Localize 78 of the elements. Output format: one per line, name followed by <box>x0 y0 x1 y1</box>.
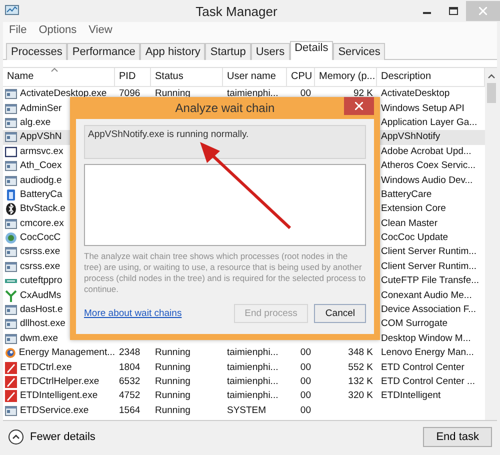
process-name: csrss.exe <box>20 260 60 274</box>
table-cell: Application Layer Ga... <box>381 116 478 128</box>
process-name: CxAudMs <box>20 288 62 303</box>
process-name: BatteryCa <box>20 188 62 202</box>
table-cell: Client Server Runtim... <box>381 246 477 258</box>
process-name: AppVShN <box>20 130 62 144</box>
table-cell: 00 <box>300 390 311 402</box>
table-cell: SYSTEM <box>227 404 266 416</box>
table-cell: Running <box>155 88 190 100</box>
process-name: armsvc.ex <box>20 144 64 159</box>
table-cell: Windows Audio Dev... <box>381 174 473 186</box>
dialog-title: Analyze wait chain <box>174 100 276 117</box>
process-name: csrss.exe <box>20 245 60 260</box>
table-cell: 00 <box>300 347 311 358</box>
table-cell: Running <box>155 376 190 387</box>
table-cell: 00 <box>300 362 311 373</box>
table-cell: Running <box>155 390 190 402</box>
table-cell: Atheros Coex Servic... <box>381 160 476 172</box>
process-name: AdminSer <box>20 102 62 116</box>
process-name: ETDIntelligent.exe <box>20 389 98 404</box>
process-name: ETDCtrl.exe <box>20 360 72 375</box>
process-name: alg.exe <box>20 116 51 130</box>
table-cell: 2348 <box>119 347 140 358</box>
table-cell: 4752 <box>119 390 140 402</box>
process-name: dllhost.exe <box>20 317 66 332</box>
process-name: CocCocC <box>20 231 61 246</box>
table-cell: 1564 <box>119 404 140 416</box>
table-cell: BatteryCare <box>381 188 432 200</box>
table-cell: Desktop Window M... <box>381 332 471 344</box>
explanation-text: The analyze wait chain tree shows which processes (root nodes in the tree) are using, or waiting to use, a resource that is being used by another process (child nodes in the tree) and is required for the selected process to continue. <box>84 251 366 295</box>
process-name: ActivateDesktop.exe <box>20 87 107 102</box>
table-cell: 00 <box>300 404 311 416</box>
table-cell: Device Association F... <box>381 304 476 316</box>
table-cell: Running <box>155 404 190 416</box>
table-cell: taimienphi... <box>227 390 278 402</box>
table-cell: 6532 <box>119 376 140 387</box>
process-name: BtvStack.e <box>20 202 66 216</box>
process-name: Energy Management... <box>18 346 115 360</box>
table-cell: Adobe Acrobat Upd... <box>381 146 472 157</box>
table-cell: Windows Setup API <box>381 102 464 114</box>
table-cell: taimienphi... <box>227 88 278 100</box>
process-name: cmcore.ex <box>20 216 64 231</box>
process-name: audiodg.e <box>20 174 62 188</box>
table-cell: 92 K <box>353 88 373 100</box>
process-name: cuteftppro <box>20 274 62 288</box>
process-name: dasHost.e <box>20 303 63 318</box>
table-cell: Clean Master <box>381 218 438 229</box>
table-cell: 7096 <box>119 88 140 100</box>
table-cell: 552 K <box>348 362 373 373</box>
table-cell: 132 K <box>348 376 373 387</box>
table-cell: ETD Control Center <box>381 362 464 373</box>
table-cell: CocCoc Update <box>381 232 448 244</box>
table-cell: Running <box>155 362 190 373</box>
table-cell: COM Surrogate <box>381 318 448 330</box>
table-cell: Client Server Runtim... <box>381 260 477 272</box>
window-title: Task Manager <box>194 4 278 18</box>
table-cell: 1804 <box>119 362 140 373</box>
table-cell: 320 K <box>348 390 373 402</box>
table-cell: ActivateDesktop <box>381 88 450 100</box>
table-cell: Extension Core <box>381 203 446 214</box>
table-cell: taimienphi... <box>227 376 278 387</box>
table-cell: CuteFTP File Transfe... <box>381 275 480 286</box>
process-name: dwm.exe <box>20 332 58 346</box>
table-cell: Lenovo Energy Man... <box>381 347 474 358</box>
table-cell: ETD Control Center ... <box>381 376 475 387</box>
table-cell: Conexant Audio Me... <box>381 290 472 301</box>
table-cell: Running <box>155 347 190 358</box>
status-message: AppVShNotify.exe is running normally. <box>84 125 366 159</box>
table-cell: taimienphi... <box>227 362 278 373</box>
table-cell: AppVShNotify <box>381 131 440 142</box>
process-name: Ath_Coex <box>20 159 62 174</box>
process-name: ETDService.exe <box>20 404 89 418</box>
table-cell: 348 K <box>348 347 373 358</box>
table-cell: 00 <box>300 88 311 100</box>
table-cell: 00 <box>300 376 311 387</box>
table-cell: ETDIntelligent <box>381 390 441 402</box>
process-name: ETDCtrlHelper.exe <box>20 375 100 389</box>
table-cell: taimienphi... <box>227 347 278 358</box>
